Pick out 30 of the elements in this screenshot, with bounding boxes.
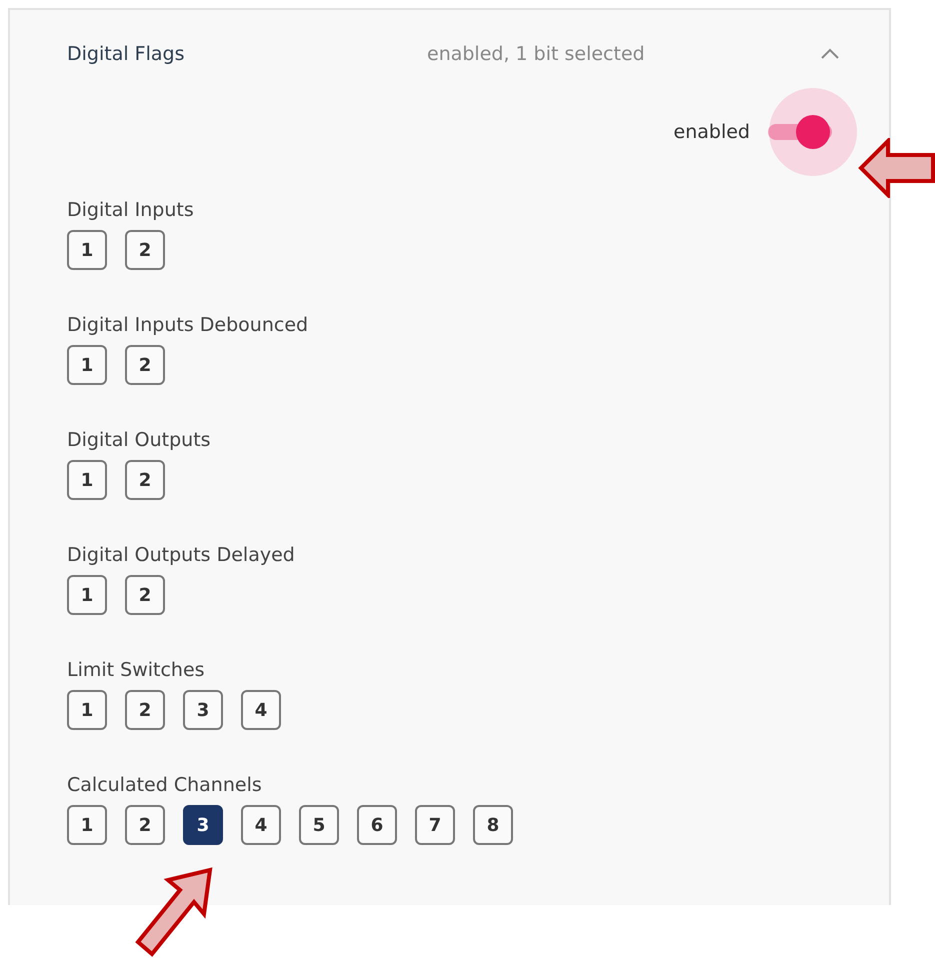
bit-toggle[interactable]: 2 xyxy=(125,575,165,615)
group-label: Calculated Channels xyxy=(67,773,263,797)
bit-toggle[interactable]: 4 xyxy=(241,805,281,845)
group-label: Digital Inputs xyxy=(67,198,195,222)
bit-toggle[interactable]: 1 xyxy=(67,805,107,845)
bit-toggle[interactable]: 3 xyxy=(183,690,223,730)
panel-title: Digital Flags xyxy=(67,43,186,65)
bit-toggle[interactable]: 2 xyxy=(125,690,165,730)
bit-toggle[interactable]: 2 xyxy=(125,345,165,385)
bit-toggle[interactable]: 1 xyxy=(67,460,107,500)
bit-toggle[interactable]: 8 xyxy=(473,805,513,845)
bit-toggle[interactable]: 4 xyxy=(241,690,281,730)
bit-toggle[interactable]: 6 xyxy=(357,805,397,845)
panel-summary: enabled, 1 bit selected xyxy=(427,43,646,65)
bit-toggle[interactable]: 2 xyxy=(125,230,165,270)
group-label: Digital Outputs xyxy=(67,428,212,452)
bit-toggle[interactable]: 5 xyxy=(299,805,339,845)
chevron-icon[interactable] xyxy=(819,47,841,61)
bit-toggle[interactable]: 1 xyxy=(67,575,107,615)
group-label: Limit Switches xyxy=(67,658,206,682)
group-label: Digital Inputs Debounced xyxy=(67,313,310,337)
bit-toggle[interactable]: 7 xyxy=(415,805,455,845)
bit-toggle[interactable]: 1 xyxy=(67,345,107,385)
bit-toggle[interactable]: 2 xyxy=(125,460,165,500)
group-label: Digital Outputs Delayed xyxy=(67,543,296,567)
toggle-label: enabled xyxy=(674,121,750,143)
bit-toggle[interactable]: 3 xyxy=(183,805,223,845)
bit-toggle[interactable]: 1 xyxy=(67,690,107,730)
bit-toggle[interactable]: 1 xyxy=(67,230,107,270)
bit-toggle[interactable]: 2 xyxy=(125,805,165,845)
